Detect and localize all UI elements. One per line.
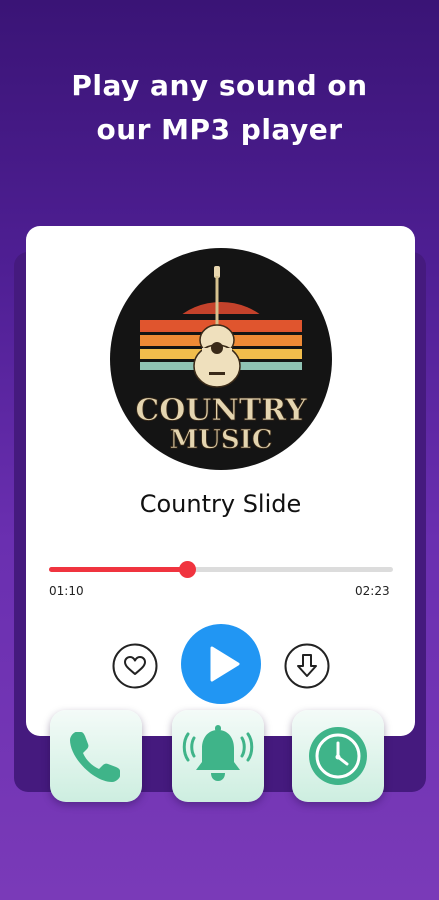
clock-icon <box>309 727 367 785</box>
favorite-button[interactable] <box>112 643 158 689</box>
album-art-text-1: COUNTRY <box>135 393 307 428</box>
headline-line-2: our MP3 player <box>96 113 343 146</box>
timer-tile[interactable] <box>292 710 384 802</box>
download-button[interactable] <box>284 643 330 689</box>
track-title: Country Slide <box>139 490 302 518</box>
album-art-text-2: MUSIC <box>169 425 272 455</box>
seek-bar[interactable] <box>49 561 393 578</box>
seek-bar-thumb[interactable] <box>178 561 196 578</box>
album-art: COUNTRY MUSIC <box>110 248 332 470</box>
phone-icon <box>70 732 120 782</box>
play-button[interactable] <box>181 624 261 704</box>
total-time: 02:23 <box>355 584 390 598</box>
seek-bar-progress <box>49 567 187 572</box>
bell-ringing-icon <box>182 725 254 781</box>
headline: Play any sound on our MP3 player <box>0 64 439 152</box>
call-tile[interactable] <box>50 710 142 802</box>
elapsed-time: 01:10 <box>49 584 84 598</box>
alarm-tile[interactable] <box>172 710 264 802</box>
headline-line-1: Play any sound on <box>71 69 368 102</box>
